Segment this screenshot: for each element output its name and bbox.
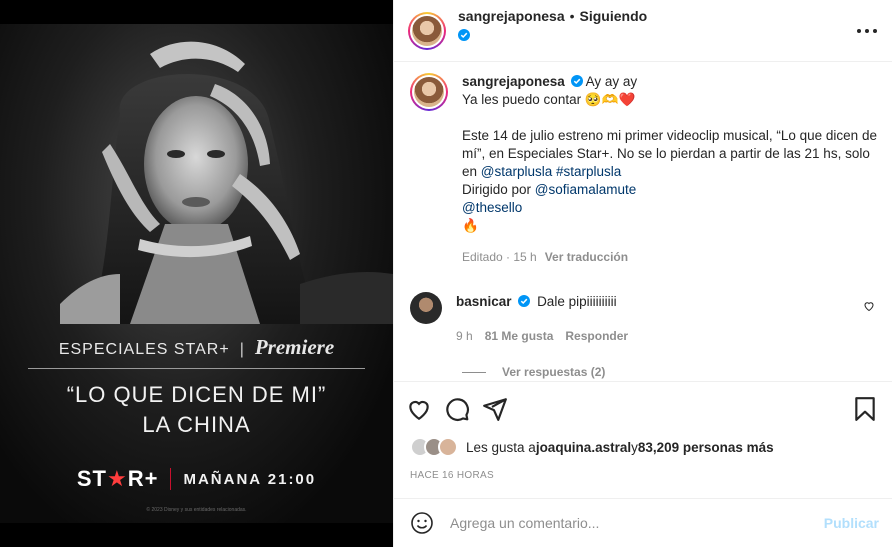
post-timestamp[interactable]: HACE 16 HORAS <box>410 470 494 481</box>
action-bar <box>394 381 892 437</box>
likes-summary: Les gusta a joaquina.astral y 83,209 per… <box>410 437 774 457</box>
following-button[interactable]: Siguiendo <box>580 8 648 24</box>
reply-button[interactable]: Responder <box>565 329 628 343</box>
view-replies-button[interactable]: Ver respuestas (2) <box>462 365 877 379</box>
caption-avatar[interactable] <box>410 73 448 111</box>
footer-divider <box>170 468 172 490</box>
brand-separator: | <box>239 341 245 358</box>
legal-text: © 2023 Disney y sus entidades relacionad… <box>146 507 247 513</box>
separator-dot: • <box>569 7 575 24</box>
liker-avatars[interactable] <box>410 437 458 457</box>
caption-username[interactable]: sangrejaponesa <box>462 74 565 89</box>
share-icon[interactable] <box>482 396 508 422</box>
poster-image: ESPECIALES STAR+ | Premiere “LO QUE DICEN … <box>0 24 393 523</box>
header-text: sangrejaponesa • Siguiendo <box>458 8 647 46</box>
premiere-text: Premiere <box>254 335 335 359</box>
portrait-photo <box>60 41 393 324</box>
avatar-image <box>414 77 444 107</box>
verified-badge-icon <box>570 75 583 87</box>
mention-sofiamalamute[interactable]: @sofiamalamute <box>535 182 637 197</box>
hashtag-starplusla[interactable]: #starplusla <box>556 164 621 179</box>
likes-prefix: Les gusta a <box>466 439 536 455</box>
comment-age: 9 h <box>456 329 473 343</box>
logo-text-end: R+ <box>127 466 159 491</box>
fire-emoji: 🔥 <box>462 218 479 233</box>
publish-button[interactable]: Publicar <box>824 515 879 531</box>
air-time: MAÑANA 21:00 <box>183 470 317 488</box>
logo-text-start: ST <box>76 466 107 491</box>
likes-middle: y <box>631 439 638 455</box>
verified-badge-icon <box>458 28 470 41</box>
post-header: sangrejaponesa • Siguiendo <box>394 0 892 62</box>
comment-input[interactable] <box>450 515 824 531</box>
poster-footer: ST★R+ MAÑANA 21:00 <box>0 466 393 492</box>
verified-badge-icon <box>518 295 531 307</box>
author-username[interactable]: sangrejaponesa <box>458 8 565 24</box>
avatar-image <box>412 15 442 46</box>
brand-text: ESPECIALES STAR+ <box>58 341 230 358</box>
post-media[interactable]: ESPECIALES STAR+ | Premiere “LO QUE DICEN … <box>0 0 393 547</box>
post-panel: sangrejaponesa • Siguiendo sangrejapones… <box>393 0 892 547</box>
comments-section[interactable]: sangrejaponesa Ay ay ay Ya les puedo con… <box>394 63 892 381</box>
instagram-post: ESPECIALES STAR+ | Premiere “LO QUE DICEN … <box>0 0 892 547</box>
comment-composer: Publicar <box>394 498 892 547</box>
bookmark-icon[interactable] <box>852 396 878 422</box>
like-comment-icon[interactable] <box>863 300 875 312</box>
commenter-username[interactable]: basnicar <box>456 294 512 309</box>
logo-star-icon: ★ <box>107 466 128 491</box>
replies-line <box>462 371 486 373</box>
caption-line: Ya les puedo contar 🥺🫶❤️ <box>462 92 636 107</box>
starplus-logo: ST★R+ <box>77 466 159 492</box>
comment-icon[interactable] <box>444 396 470 422</box>
translate-button[interactable]: Ver traducción <box>545 248 628 266</box>
mention-thesello[interactable]: @thesello <box>462 200 522 215</box>
edited-time: Editado · 15 h <box>462 250 537 264</box>
poster-rule <box>28 368 365 369</box>
liker-avatar <box>438 437 458 457</box>
more-options-icon[interactable] <box>857 22 877 40</box>
liker-username[interactable]: joaquina.astral <box>536 440 631 455</box>
emoji-icon[interactable] <box>410 511 434 535</box>
directed-by-text: Dirigido por <box>462 182 535 197</box>
post-caption: sangrejaponesa Ay ay ay Ya les puedo con… <box>410 73 877 266</box>
comment-likes[interactable]: 81 Me gusta <box>485 329 554 343</box>
heart-icon[interactable] <box>406 396 432 422</box>
mention-starplusla[interactable]: @starplusla <box>481 164 552 179</box>
poster-subtitle: LA CHINA <box>142 412 251 437</box>
caption-body: sangrejaponesa Ay ay ay Ya les puedo con… <box>462 73 877 266</box>
poster-title: “LO QUE DICEN DE MI” <box>66 382 327 407</box>
comment-body: basnicar Dale pipiiiiiiiiii 9 h 81 Me gu… <box>456 292 628 343</box>
caption-first-line: Ay ay ay <box>585 74 638 89</box>
comment-item: basnicar Dale pipiiiiiiiiii 9 h 81 Me gu… <box>410 292 877 343</box>
brand-line: ESPECIALES STAR+ | Premiere <box>0 335 393 360</box>
commenter-avatar[interactable] <box>410 292 442 324</box>
likes-count[interactable]: 83,209 personas más <box>638 440 774 455</box>
author-avatar[interactable] <box>408 11 446 50</box>
view-replies-label: Ver respuestas (2) <box>502 365 606 379</box>
comment-text: Dale pipiiiiiiiiii <box>537 294 617 309</box>
